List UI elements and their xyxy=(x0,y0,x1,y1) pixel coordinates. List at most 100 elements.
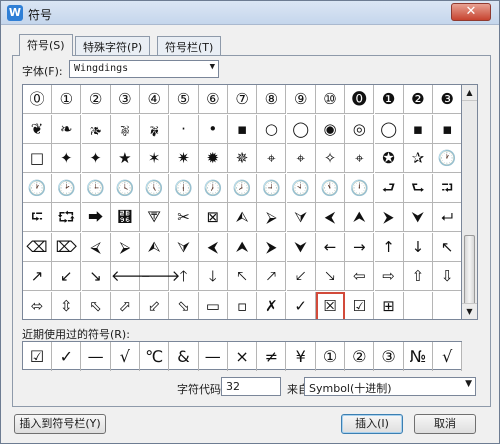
symbol-cell[interactable]: ▪ xyxy=(433,115,461,144)
symbol-cell[interactable]: ⮔ xyxy=(52,203,82,232)
symbol-cell[interactable]: ⮜ xyxy=(316,203,345,232)
symbol-cell[interactable]: ⑧ xyxy=(257,85,287,114)
symbol-cell[interactable]: 🕒 xyxy=(81,173,111,203)
symbol-cell[interactable]: 🡒 xyxy=(140,262,180,291)
symbol-cell[interactable]: ❶ xyxy=(374,85,404,114)
symbol-cell[interactable] xyxy=(404,291,433,319)
symbol-cell[interactable]: 🕚 xyxy=(316,173,345,203)
symbol-cell[interactable]: ⊞ xyxy=(375,291,404,319)
cancel-button[interactable]: 取消 xyxy=(414,414,476,434)
symbol-cell[interactable]: 🡓 xyxy=(198,262,228,291)
grid-scrollbar[interactable]: ▲ ▼ xyxy=(462,84,478,320)
symbol-cell[interactable]: ✂ xyxy=(169,203,199,232)
symbol-cell[interactable]: ⮚ xyxy=(110,232,140,262)
symbol-cell[interactable]: ↗ xyxy=(23,262,52,291)
symbol-cell[interactable]: ⇨ xyxy=(374,262,404,291)
symbol-cell[interactable]: □ xyxy=(23,144,52,173)
symbol-cell[interactable]: ⮛ xyxy=(286,203,316,232)
recent-symbol-cell[interactable]: ¥ xyxy=(287,342,316,371)
recent-symbol-cell[interactable]: × xyxy=(228,342,258,371)
recent-symbol-cell[interactable]: № xyxy=(404,342,433,371)
symbol-cell[interactable]: ✰ xyxy=(403,144,433,173)
symbol-cell[interactable]: ★ xyxy=(110,144,140,173)
font-select[interactable]: Wingdings ▼ xyxy=(69,60,219,78)
recent-symbol-cell[interactable]: ☑ xyxy=(23,342,52,371)
symbol-cell[interactable]: ⬁ xyxy=(82,291,111,319)
symbol-cell[interactable]: ⮠ xyxy=(433,203,461,232)
symbol-cell[interactable]: ◯ xyxy=(286,114,316,144)
symbol-cell[interactable]: ⮜ xyxy=(198,232,228,262)
char-code-input[interactable]: 32 xyxy=(221,377,281,396)
tab-symbol[interactable]: 符号(S) xyxy=(19,34,73,56)
symbol-cell[interactable]: ↑ xyxy=(374,232,404,262)
symbol-cell[interactable]: ❦ xyxy=(23,114,52,144)
symbol-cell[interactable]: ↖ xyxy=(433,233,461,262)
symbol-cell[interactable]: ◉ xyxy=(316,114,345,144)
symbol-cell[interactable]: 🙗 xyxy=(140,114,170,144)
symbol-cell[interactable]: ⬄ xyxy=(23,291,52,319)
symbol-cell[interactable]: ✶ xyxy=(140,144,170,173)
symbol-cell[interactable]: ✵ xyxy=(228,144,258,173)
symbol-cell[interactable]: 🕕 xyxy=(169,173,199,203)
symbol-cell[interactable]: 🕖 xyxy=(198,173,228,203)
symbol-cell[interactable]: ⌖ xyxy=(286,144,316,173)
insert-to-symbol-bar-button[interactable]: 插入到符号栏(Y) xyxy=(14,414,106,434)
symbol-cell[interactable]: ✦ xyxy=(81,144,111,173)
symbol-cell[interactable]: ⬂ xyxy=(170,291,199,319)
symbol-cell[interactable]: 🕗 xyxy=(228,173,258,203)
symbol-cell[interactable]: ⮛ xyxy=(169,232,199,262)
symbol-cell[interactable]: ▭ xyxy=(199,291,228,319)
symbol-cell[interactable]: ✦ xyxy=(52,144,82,173)
symbol-cell[interactable]: ▫ xyxy=(228,291,258,319)
symbol-cell[interactable]: 🕑 xyxy=(52,173,82,203)
symbol-cell[interactable]: ⮖ xyxy=(110,203,140,232)
symbol-cell[interactable]: ✹ xyxy=(198,144,228,173)
symbol-cell[interactable]: 🡐 xyxy=(110,262,151,291)
symbol-cell[interactable]: 🙖 xyxy=(110,114,140,144)
symbol-cell[interactable]: ⑨ xyxy=(286,85,316,114)
symbol-cell[interactable]: ⮝ xyxy=(345,203,375,232)
symbol-cell[interactable]: ⌖ xyxy=(345,144,375,173)
symbol-cell[interactable]: ⬀ xyxy=(111,291,140,319)
symbol-cell[interactable]: 🡗 xyxy=(286,262,316,291)
tab-symbol-bar[interactable]: 符号栏(T) xyxy=(157,36,222,55)
symbol-cell[interactable]: ⮞ xyxy=(374,203,404,232)
symbol-cell[interactable]: 🕛 xyxy=(345,173,375,203)
symbol-cell[interactable]: ⮝ xyxy=(228,232,258,262)
symbol-cell[interactable]: → xyxy=(345,232,375,262)
recent-symbol-cell[interactable]: ① xyxy=(316,342,345,371)
symbol-cell[interactable]: ② xyxy=(81,85,111,114)
symbol-cell[interactable]: ✗ xyxy=(257,291,287,319)
symbol-cell[interactable]: ❧ xyxy=(52,114,82,144)
symbol-cell[interactable]: 🡖 xyxy=(316,262,345,291)
symbol-cell[interactable]: ⮞ xyxy=(257,232,287,262)
symbol-cell[interactable]: ◎ xyxy=(345,114,375,144)
symbol-cell[interactable]: ☑ xyxy=(345,291,375,319)
symbol-cell[interactable]: ⇧ xyxy=(403,262,433,291)
symbol-cell[interactable]: ⮓ xyxy=(23,203,52,232)
symbol-cell[interactable]: ✓ xyxy=(287,291,316,319)
title-bar[interactable]: W 符号 ✕ xyxy=(1,1,499,25)
symbol-cell[interactable]: ⑤ xyxy=(169,85,199,114)
insert-button[interactable]: 插入(I) xyxy=(341,414,403,434)
symbol-cell[interactable]: 🡑 xyxy=(169,262,199,291)
symbol-cell[interactable]: 🙕 xyxy=(81,114,111,144)
symbol-cell[interactable]: ↓ xyxy=(403,232,433,262)
symbol-cell[interactable]: ☒ xyxy=(316,291,345,319)
recent-symbol-cell[interactable]: — xyxy=(82,342,111,371)
symbol-cell[interactable]: ③ xyxy=(110,85,140,114)
symbol-cell[interactable]: ⮑ xyxy=(403,173,433,203)
symbol-cell[interactable]: ⑩ xyxy=(316,85,345,114)
symbol-cell[interactable]: ⌦ xyxy=(52,232,82,262)
symbol-cell[interactable]: 🕔 xyxy=(140,173,170,203)
symbol-cell[interactable]: 🕙 xyxy=(286,173,316,203)
scroll-thumb[interactable] xyxy=(464,235,475,305)
symbol-cell[interactable]: 🕓 xyxy=(110,173,140,203)
symbol-cell[interactable]: ⇩ xyxy=(433,262,461,291)
symbol-cell[interactable]: · xyxy=(169,114,199,144)
symbol-cell[interactable]: 🕐 xyxy=(433,144,461,173)
symbol-cell[interactable]: ⮒ xyxy=(433,174,461,203)
symbol-cell[interactable]: ↙ xyxy=(52,262,82,291)
recent-symbol-cell[interactable]: ≠ xyxy=(257,342,287,371)
symbol-cell[interactable]: ⌖ xyxy=(257,144,287,173)
